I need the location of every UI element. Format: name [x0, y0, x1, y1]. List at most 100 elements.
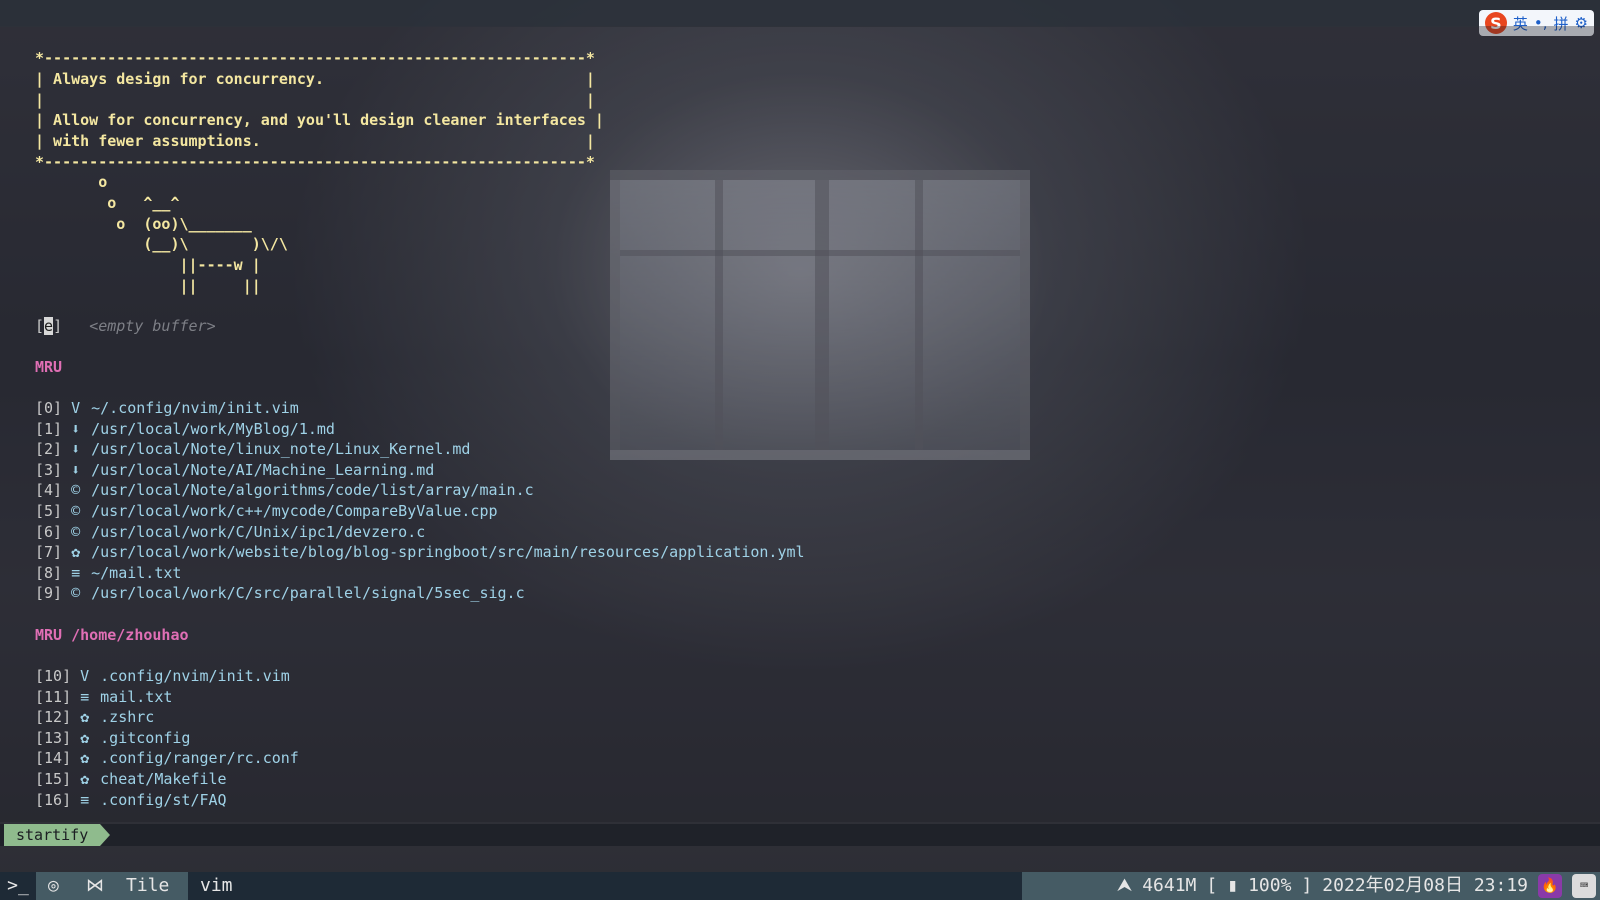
cowsay-line: | | [35, 91, 595, 109]
mru-index[interactable]: [16] [35, 791, 71, 809]
terminal-window[interactable]: *---------------------------------------… [0, 26, 1600, 822]
mru-index[interactable]: [5] [35, 502, 62, 520]
cowsay-art-line: o [35, 173, 108, 191]
mru-index[interactable]: [7] [35, 543, 62, 561]
cowsay-art-line: o ^__^ [35, 194, 180, 212]
mru-entry[interactable]: [16] ≡ .config/st/FAQ [35, 790, 227, 811]
mru-path[interactable]: .config/ranger/rc.conf [100, 749, 299, 767]
cowsay-line: | Allow for concurrency, and you'll desi… [35, 111, 604, 129]
cowsay-line: | Always design for concurrency. | [35, 70, 595, 88]
mru-index[interactable]: [13] [35, 729, 71, 747]
text-file-icon: ≡ [71, 563, 81, 582]
battery-icon: ▮ [1227, 875, 1239, 896]
date-time: 2022年02月08日 23:19 [1322, 875, 1528, 896]
config-gear-icon: ✿ [71, 543, 81, 562]
mru-index[interactable]: [11] [35, 688, 71, 706]
config-gear-icon: ✿ [80, 770, 90, 788]
mru-index[interactable]: [3] [35, 461, 62, 479]
text-file-icon: ≡ [80, 790, 90, 809]
flame-tray-icon[interactable]: 🔥 [1538, 874, 1562, 898]
mru-path[interactable]: /usr/local/work/C/src/parallel/signal/5s… [91, 584, 524, 602]
mru-path[interactable]: .zshrc [100, 708, 154, 726]
mru-entry[interactable]: [3] ⬇ /usr/local/Note/AI/Machine_Learning… [35, 460, 434, 481]
keyboard-tray-icon[interactable]: ⌨ [1572, 874, 1596, 898]
markdown-icon: ⬇ [71, 440, 81, 459]
memory-usage: 4641M [1142, 875, 1197, 896]
mru-index[interactable]: [12] [35, 708, 71, 726]
layout-name[interactable]: Tile [126, 872, 169, 900]
top-bar [0, 0, 1600, 27]
mru-entry[interactable]: [4] © /usr/local/Note/algorithms/code/lis… [35, 480, 534, 501]
mru-entry[interactable]: [6] © /usr/local/work/C/Unix/ipc1/devzero… [35, 522, 425, 543]
mru-index[interactable]: [2] [35, 440, 62, 458]
mru-entry[interactable]: [2] ⬇ /usr/local/Note/linux_note/Linux_Ke… [35, 439, 470, 460]
mru-index[interactable]: [1] [35, 420, 62, 438]
mru-path[interactable]: /usr/local/Note/linux_note/Linux_Kernel.… [91, 440, 470, 458]
mru-path[interactable]: .gitconfig [100, 729, 190, 747]
mru-path[interactable]: cheat/Makefile [100, 770, 226, 788]
mru-index[interactable]: [10] [35, 667, 71, 685]
mru-path[interactable]: ~/mail.txt [91, 564, 181, 582]
window-title[interactable]: vim [188, 872, 1022, 900]
layout-icon[interactable]: ⋈ [86, 872, 104, 900]
config-gear-icon: ✿ [80, 749, 90, 768]
bracket-close: ] [53, 317, 63, 335]
mru-path[interactable]: /usr/local/Note/algorithms/code/list/arr… [91, 481, 534, 499]
markdown-icon: ⬇ [71, 419, 81, 438]
cowsay-art-line: (__)\ )\/\ [35, 235, 288, 253]
mru-entry[interactable]: [5] © /usr/local/work/c++/mycode/CompareB… [35, 501, 498, 522]
mru-index[interactable]: [6] [35, 523, 62, 541]
terminal-icon[interactable]: >_ [0, 872, 36, 900]
mru-path[interactable]: /usr/local/work/MyBlog/1.md [91, 420, 335, 438]
statusline-mode: startify [4, 824, 111, 846]
vim-icon: V [71, 399, 81, 417]
cowsay-art-line: ||----w | [35, 256, 261, 274]
bracket-open: [ [35, 317, 45, 335]
system-tray: ⮝ 4641M [ ▮ 100% ] 2022年02月08日 23:19 🔥 ⌨ [1117, 872, 1600, 900]
mru-path[interactable]: .config/nvim/init.vim [100, 667, 290, 685]
mru-index[interactable]: [14] [35, 749, 71, 767]
text-file-icon: ≡ [80, 687, 90, 706]
mru-entry[interactable]: [11] ≡ mail.txt [35, 687, 172, 708]
chrome-icon[interactable]: ◎ [48, 872, 59, 900]
mru-index[interactable]: [15] [35, 770, 71, 788]
mru-entry[interactable]: [13] ✿ .gitconfig [35, 728, 190, 749]
empty-buffer-entry[interactable]: [e] <empty buffer> [35, 316, 216, 337]
mru-path[interactable]: /usr/local/work/C/Unix/ipc1/devzero.c [91, 523, 425, 541]
cpp-file-icon: © [71, 502, 81, 520]
mru-entry[interactable]: [15] ✿ cheat/Makefile [35, 769, 227, 790]
taskbar: >_ ◎ ⋈ Tile vim ⮝ 4641M [ ▮ 100% ] 2022年… [0, 872, 1600, 900]
battery-level: 100% [1248, 875, 1292, 896]
mru-index[interactable]: [8] [35, 564, 62, 582]
mru-entry[interactable]: [8] ≡ ~/mail.txt [35, 563, 181, 584]
mru-path[interactable]: /usr/local/work/c++/mycode/CompareByValu… [91, 502, 497, 520]
mru-index[interactable]: [9] [35, 584, 62, 602]
mru-path[interactable]: .config/st/FAQ [100, 791, 226, 809]
config-gear-icon: ✿ [80, 708, 90, 727]
mru-entry[interactable]: [1] ⬇ /usr/local/work/MyBlog/1.md [35, 419, 335, 440]
cowsay-line: | with fewer assumptions. | [35, 132, 595, 150]
cursor-key[interactable]: e [44, 317, 54, 335]
mru-entry[interactable]: [9] © /usr/local/work/C/src/parallel/sign… [35, 583, 525, 604]
mru-index[interactable]: [4] [35, 481, 62, 499]
c-file-icon: © [71, 584, 81, 603]
mru-entry[interactable]: [7] ✿ /usr/local/work/website/blog/blog-s… [35, 542, 805, 563]
mru-path[interactable]: mail.txt [100, 688, 172, 706]
mru-path[interactable]: /usr/local/work/website/blog/blog-spring… [91, 543, 804, 561]
mru-entry[interactable]: [14] ✿ .config/ranger/rc.conf [35, 748, 299, 769]
mru-entry[interactable]: [12] ✿ .zshrc [35, 707, 154, 728]
mru-section-title: MRU [35, 358, 63, 376]
markdown-icon: ⬇ [71, 460, 81, 479]
mru-index[interactable]: [0] [35, 399, 62, 417]
battery-bracket-close: ] [1301, 875, 1313, 896]
cowsay-art-line: o (oo)\_______ [35, 215, 252, 233]
battery-bracket-open: [ [1206, 875, 1218, 896]
mru-entry[interactable]: [0] V ~/.config/nvim/init.vim [35, 398, 299, 419]
cowsay-border-top: *---------------------------------------… [35, 49, 595, 67]
mru-entry[interactable]: [10] V .config/nvim/init.vim [35, 666, 290, 687]
mru-dir-section-title: MRU /home/zhouhao [35, 626, 189, 644]
mru-path[interactable]: /usr/local/Note/AI/Machine_Learning.md [91, 461, 434, 479]
mru-path[interactable]: ~/.config/nvim/init.vim [91, 399, 299, 417]
config-gear-icon: ✿ [80, 728, 90, 747]
cowsay-border-bottom: *---------------------------------------… [35, 153, 595, 171]
